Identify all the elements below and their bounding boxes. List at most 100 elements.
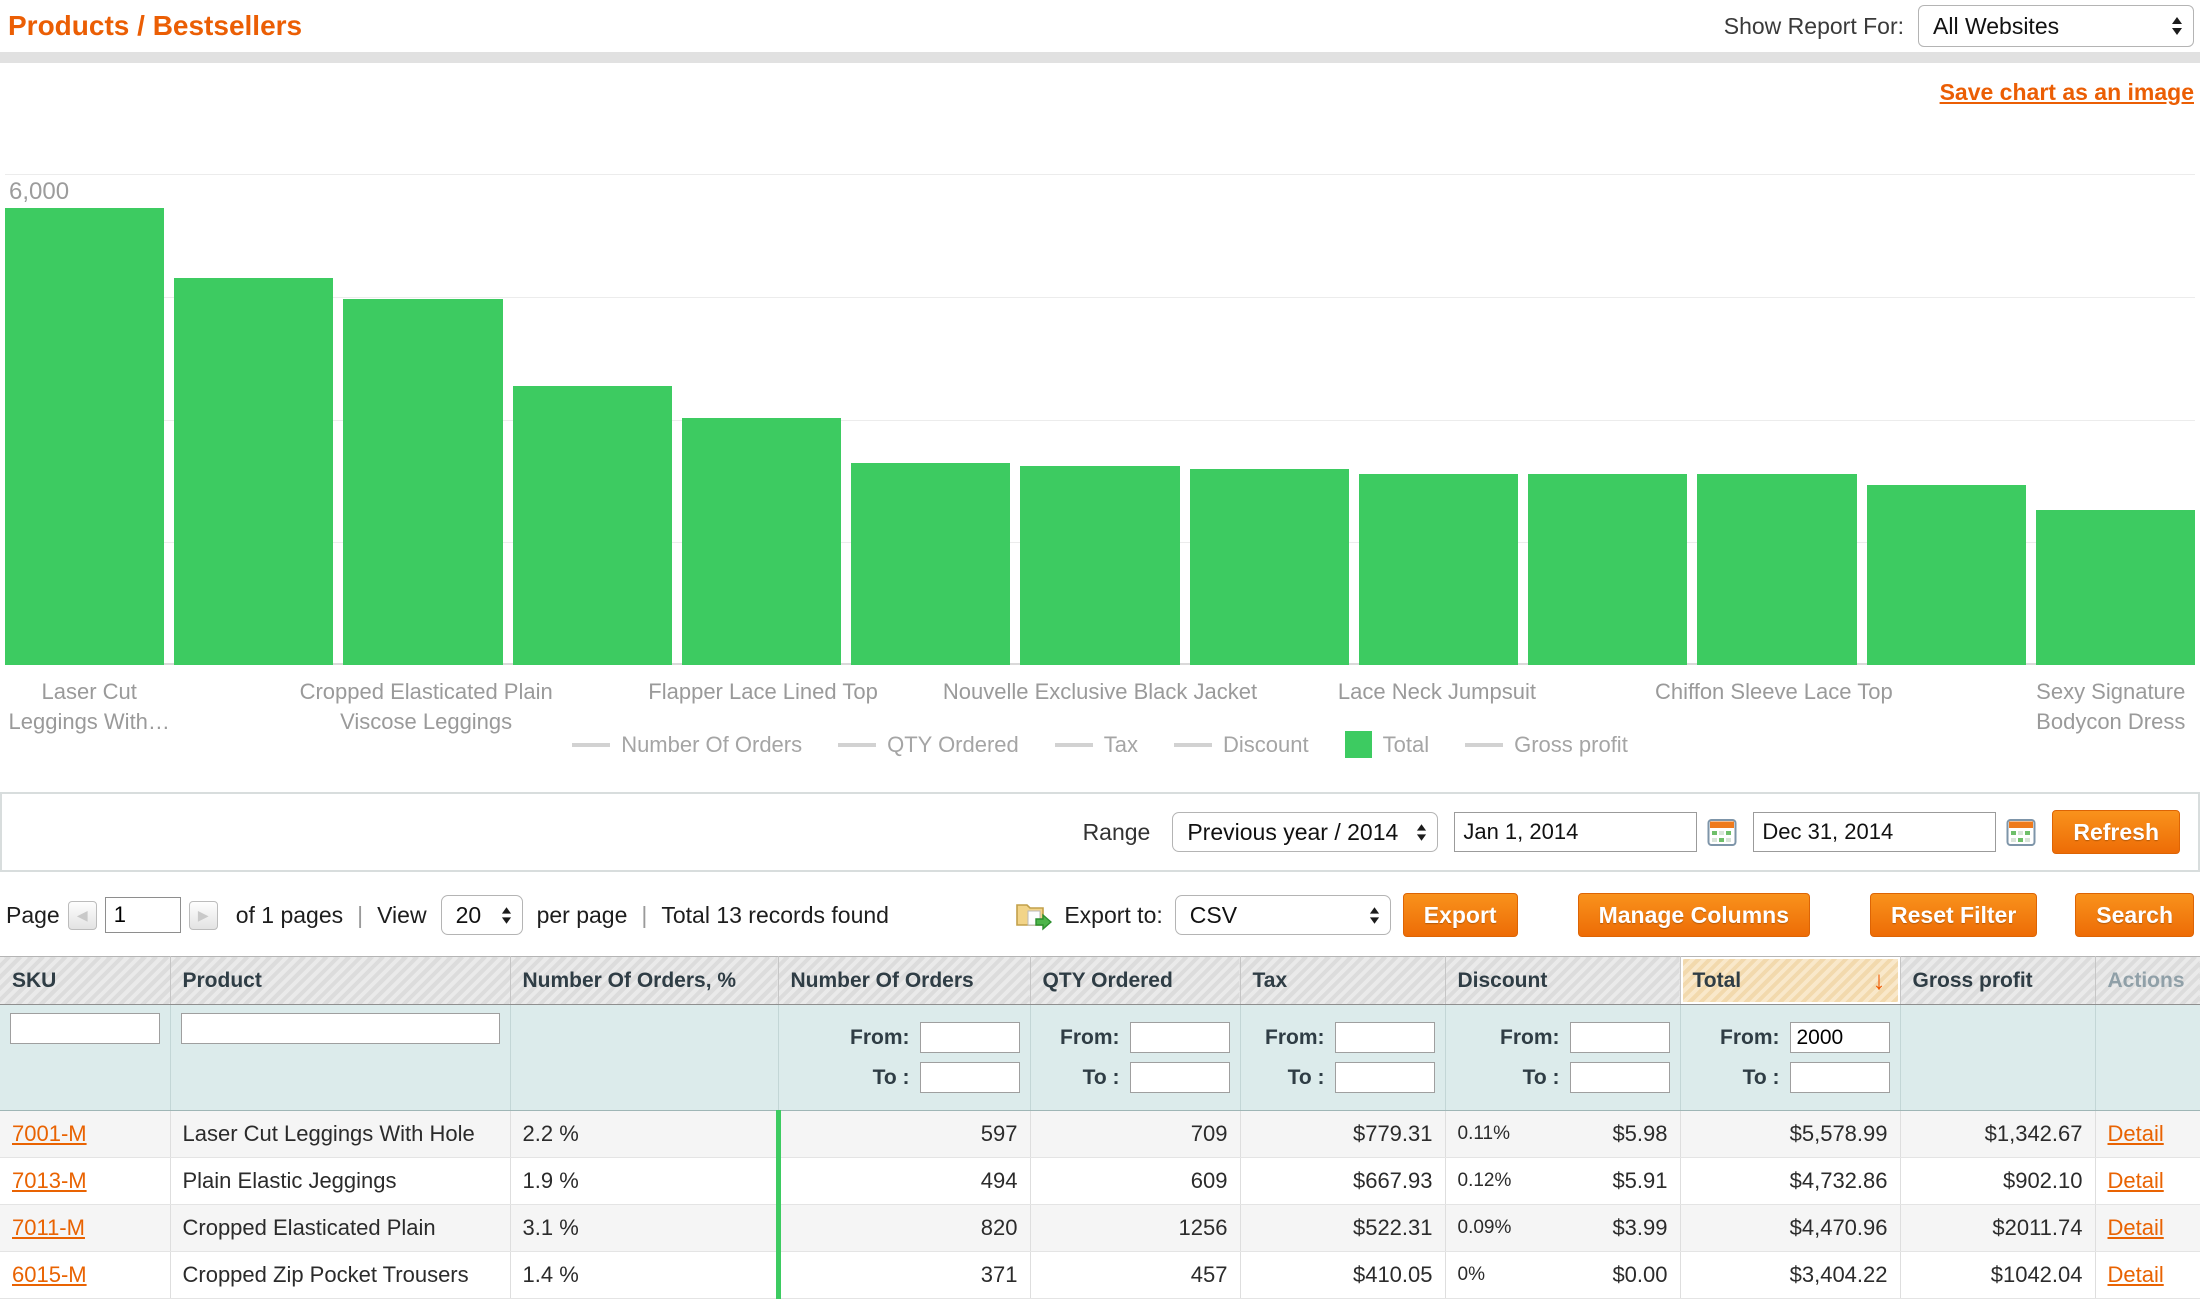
page-number-input[interactable]	[105, 897, 181, 933]
column-header-discount[interactable]: Discount	[1445, 957, 1680, 1005]
orders-to-input[interactable]	[920, 1062, 1020, 1093]
sku-link[interactable]: 6015-M	[12, 1262, 87, 1287]
chart-bar	[343, 299, 502, 665]
range-preset-select[interactable]: Previous year / 2014	[1172, 812, 1438, 852]
of-pages-label: of 1 pages	[236, 902, 343, 929]
product-filter-input[interactable]	[181, 1013, 500, 1044]
column-header-product[interactable]: Product	[170, 957, 510, 1005]
toolbar-separator: |	[641, 902, 647, 929]
column-header-tax[interactable]: Tax	[1240, 957, 1445, 1005]
per-page-select[interactable]: 20	[441, 895, 523, 935]
prev-page-button[interactable]: ◀	[68, 901, 97, 930]
discount-cell: 0.11%$5.98	[1445, 1111, 1680, 1158]
gross-profit-cell: $1,342.67	[1900, 1111, 2095, 1158]
total-to-input[interactable]	[1790, 1062, 1890, 1093]
select-stepper-icon	[1369, 906, 1380, 925]
legend-item[interactable]: QTY Ordered	[838, 732, 1019, 758]
header-divider	[0, 52, 2200, 63]
column-header-total[interactable]: Total ↓	[1680, 957, 1900, 1005]
qty-from-input[interactable]	[1130, 1022, 1230, 1053]
qty-cell: 609	[1030, 1158, 1240, 1205]
filter-cell-orders-pct	[510, 1005, 778, 1111]
total-from-input[interactable]	[1790, 1022, 1890, 1053]
actions-cell: Detail	[2095, 1252, 2200, 1299]
actions-cell: Detail	[2095, 1111, 2200, 1158]
select-stepper-icon	[501, 906, 512, 925]
filter-cell-discount: From: To :	[1445, 1005, 1680, 1111]
export-format-select[interactable]: CSV	[1175, 895, 1391, 935]
search-button[interactable]: Search	[2075, 893, 2194, 937]
next-page-icon: ▶	[198, 907, 209, 924]
grid-filter-row: From: To : From: To : From: To :	[0, 1005, 2200, 1111]
column-header-orders-pct[interactable]: Number Of Orders, %	[510, 957, 778, 1005]
next-page-button[interactable]: ▶	[189, 901, 218, 930]
sku-filter-input[interactable]	[10, 1013, 160, 1044]
detail-link[interactable]: Detail	[2108, 1168, 2164, 1193]
x-axis-tick-label: Cropped Elasticated Plain Viscose Leggin…	[261, 677, 591, 736]
detail-link[interactable]: Detail	[2108, 1121, 2164, 1146]
website-selector[interactable]: All Websites	[1918, 5, 2194, 47]
calendar-icon	[1707, 817, 1737, 847]
legend-item[interactable]: Gross profit	[1465, 732, 1628, 758]
range-label: Range	[1083, 819, 1151, 846]
legend-swatch-line	[1055, 743, 1093, 747]
column-header-orders[interactable]: Number Of Orders	[778, 957, 1030, 1005]
to-calendar-button[interactable]	[2006, 817, 2036, 847]
legend-label: Total	[1383, 732, 1429, 758]
detail-link[interactable]: Detail	[2108, 1215, 2164, 1240]
actions-cell: Detail	[2095, 1205, 2200, 1252]
sku-link[interactable]: 7013-M	[12, 1168, 87, 1193]
reset-filter-button[interactable]: Reset Filter	[1870, 893, 2037, 937]
qty-cell: 457	[1030, 1252, 1240, 1299]
column-header-gross-profit[interactable]: Gross profit	[1900, 957, 2095, 1005]
x-axis-tick-label: Lace Neck Jumpsuit	[1272, 677, 1602, 707]
discount-from-input[interactable]	[1570, 1022, 1670, 1053]
sku-link[interactable]: 7011-M	[12, 1215, 85, 1240]
export-button[interactable]: Export	[1403, 893, 1518, 937]
to-label: To :	[1083, 1066, 1120, 1090]
chart-legend: Number Of Orders QTY Ordered Tax Discount To…	[0, 731, 2200, 758]
orders-from-input[interactable]	[920, 1022, 1020, 1053]
orders-cell: 371	[778, 1252, 1030, 1299]
legend-item[interactable]: Total	[1345, 731, 1429, 758]
qty-to-input[interactable]	[1130, 1062, 1230, 1093]
legend-item[interactable]: Discount	[1174, 732, 1309, 758]
gross-profit-cell: $2011.74	[1900, 1205, 2095, 1252]
discount-pct: 0%	[1458, 1264, 1485, 1286]
range-to-input[interactable]	[1753, 812, 1996, 852]
range-from-input[interactable]	[1454, 812, 1697, 852]
to-label: To :	[873, 1066, 910, 1090]
legend-item[interactable]: Tax	[1055, 732, 1138, 758]
from-label: From:	[850, 1026, 910, 1050]
legend-label: Gross profit	[1514, 732, 1628, 758]
filter-cell-sku	[0, 1005, 170, 1111]
from-calendar-button[interactable]	[1707, 817, 1737, 847]
gross-profit-cell: $902.10	[1900, 1158, 2095, 1205]
tax-from-input[interactable]	[1335, 1022, 1435, 1053]
save-chart-link[interactable]: Save chart as an image	[1940, 79, 2194, 106]
per-page-value: 20	[456, 902, 482, 929]
legend-item[interactable]: Number Of Orders	[572, 732, 802, 758]
column-header-qty[interactable]: QTY Ordered	[1030, 957, 1240, 1005]
discount-cell: 0%$0.00	[1445, 1252, 1680, 1299]
toolbar-right-group: Export to: CSV Export Manage Columns Res…	[1014, 893, 2194, 937]
from-label: From:	[1500, 1026, 1560, 1050]
export-icon	[1014, 899, 1052, 931]
from-label: From:	[1060, 1026, 1120, 1050]
detail-link[interactable]: Detail	[2108, 1262, 2164, 1287]
to-label: To :	[1288, 1066, 1325, 1090]
legend-swatch-square	[1345, 731, 1372, 758]
manage-columns-button[interactable]: Manage Columns	[1578, 893, 1810, 937]
chart-bar	[682, 418, 841, 665]
column-header-sku[interactable]: SKU	[0, 957, 170, 1005]
refresh-button[interactable]: Refresh	[2052, 810, 2180, 854]
discount-to-input[interactable]	[1570, 1062, 1670, 1093]
tax-to-input[interactable]	[1335, 1062, 1435, 1093]
total-cell: $4,732.86	[1680, 1158, 1900, 1205]
sku-link[interactable]: 7001-M	[12, 1121, 87, 1146]
chart-bar	[1359, 474, 1518, 665]
legend-label: QTY Ordered	[887, 732, 1019, 758]
tax-cell: $522.31	[1240, 1205, 1445, 1252]
chart-bar	[2036, 510, 2195, 665]
filter-cell-gross-profit	[1900, 1005, 2095, 1111]
